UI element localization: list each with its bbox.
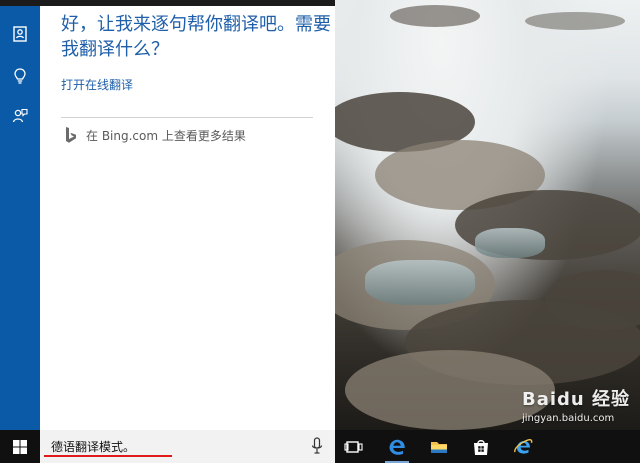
wallpaper-pool — [365, 260, 475, 305]
task-view-button[interactable] — [340, 434, 368, 459]
desktop-wallpaper — [315, 0, 640, 430]
reminders-button[interactable] — [8, 64, 32, 88]
feedback-icon — [12, 108, 28, 123]
window-top-edge — [0, 0, 40, 6]
taskbar: 德语翻译模式。 — [0, 430, 640, 463]
file-explorer-icon — [431, 441, 447, 453]
internet-explorer-icon — [514, 438, 533, 454]
feedback-button[interactable] — [8, 104, 32, 128]
window-top-edge — [40, 0, 335, 6]
wallpaper-rock — [390, 5, 480, 27]
wallpaper-rock — [525, 12, 625, 30]
bing-more-results-link[interactable]: 在 Bing.com 上查看更多结果 — [64, 126, 246, 144]
internet-explorer-taskbar-button[interactable] — [509, 434, 537, 459]
wallpaper-pool — [475, 228, 545, 258]
cortana-search-box[interactable]: 德语翻译模式。 — [40, 430, 335, 463]
bing-more-results-label: 在 Bing.com 上查看更多结果 — [86, 128, 246, 143]
edge-taskbar-button[interactable] — [383, 434, 411, 463]
watermark-brand: Baidu 经验 — [521, 389, 630, 410]
edge-icon — [389, 439, 405, 455]
divider — [61, 117, 313, 118]
open-online-translation-link[interactable]: 打开在线翻译 — [61, 76, 133, 93]
search-input[interactable]: 德语翻译模式。 — [51, 438, 135, 455]
store-taskbar-button[interactable] — [467, 434, 495, 459]
cortana-answer: 好，让我来逐句帮你翻译吧。需要我翻译什么？ — [61, 14, 331, 60]
task-view-icon — [344, 440, 363, 453]
notebook-button[interactable] — [8, 22, 32, 46]
bing-icon — [66, 127, 76, 143]
store-icon — [474, 439, 488, 455]
watermark-url: jingyan.baidu.com — [521, 413, 615, 424]
start-button[interactable] — [0, 430, 40, 463]
cortana-sidebar — [0, 0, 40, 430]
file-explorer-taskbar-button[interactable] — [425, 434, 453, 459]
red-underline — [44, 455, 172, 457]
cortana-panel: 好，让我来逐句帮你翻译吧。需要我翻译什么？ 打开在线翻译 在 Bing.com … — [40, 0, 335, 430]
lightbulb-icon — [14, 68, 26, 84]
notebook-icon — [13, 26, 27, 42]
microphone-icon[interactable] — [311, 437, 323, 455]
baidu-watermark: Baidu 经验 jingyan.baidu.com — [522, 385, 630, 424]
windows-start-icon — [13, 439, 27, 454]
